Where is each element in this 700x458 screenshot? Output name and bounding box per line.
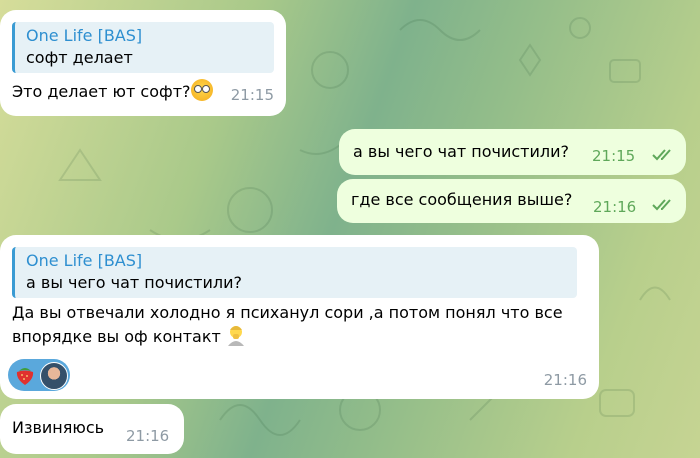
message-bubble-incoming[interactable]: One Life [BAS] софт делает Это делает ют… (0, 10, 286, 116)
message-time: 21:15 (592, 147, 636, 165)
message-text: Извиняюсь (12, 418, 105, 437)
reply-text: а вы чего чат почистили? (26, 273, 243, 292)
message-bubble-outgoing[interactable]: где все сообщения выше? 21:16 (337, 179, 686, 223)
reply-author: One Life [BAS] (26, 251, 143, 270)
message-text: Да вы отвечали холодно я психанул сори ,… (12, 302, 587, 348)
message-bubble-incoming[interactable]: One Life [BAS] а вы чего чат почистили? … (0, 235, 599, 399)
message-text: где все сообщения выше? (351, 190, 573, 209)
message-time: 21:16 (543, 371, 587, 389)
message-text-content: Это делает ют софт? (12, 82, 191, 101)
message-time: 21:15 (230, 86, 274, 104)
reply-quote[interactable]: One Life [BAS] а вы чего чат почистили? (12, 247, 577, 298)
reaction-chip[interactable] (8, 359, 70, 391)
message-bubble-incoming[interactable]: Извиняюсь 21:16 (0, 404, 184, 454)
read-double-check-icon (652, 199, 671, 211)
flushed-face-emoji-icon (190, 79, 213, 101)
reply-quote[interactable]: One Life [BAS] софт делает (12, 22, 274, 73)
message-text-line: впорядке вы оф контакт (12, 327, 221, 346)
reactor-avatar[interactable] (40, 362, 68, 390)
message-text-line: Да вы отвечали холодно я психанул сори ,… (12, 303, 563, 322)
message-time: 21:16 (126, 427, 170, 445)
person-facepalming-emoji-icon (227, 326, 244, 346)
reply-author: One Life [BAS] (26, 26, 143, 45)
message-text: а вы чего чат почистили? (353, 142, 570, 161)
strawberry-reaction-icon (16, 368, 34, 385)
message-time: 21:16 (593, 198, 637, 216)
message-bubble-outgoing[interactable]: а вы чего чат почистили? 21:15 (339, 129, 686, 175)
reply-text: софт делает (26, 48, 133, 67)
read-double-check-icon (652, 149, 671, 161)
message-text-line-container: впорядке вы оф контакт (12, 324, 587, 348)
